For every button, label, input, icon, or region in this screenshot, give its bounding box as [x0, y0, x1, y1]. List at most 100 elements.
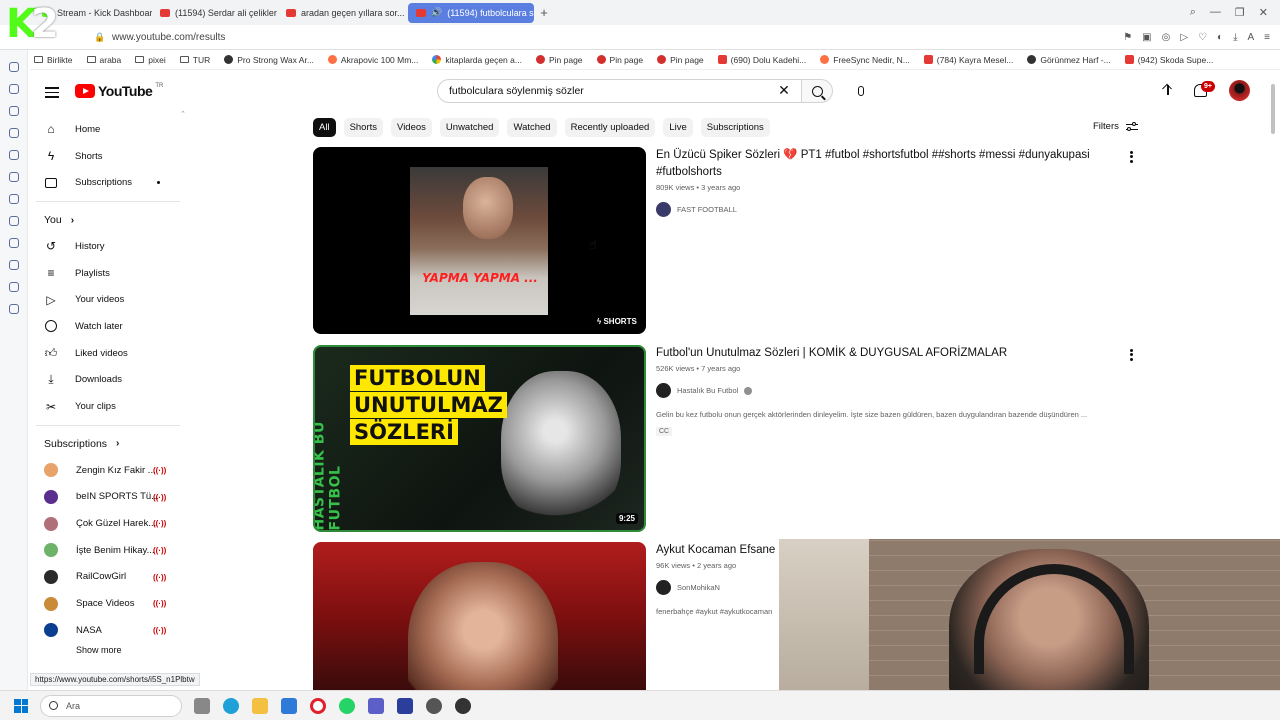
snapshot-icon[interactable]: ▣	[1142, 32, 1151, 43]
search-input[interactable]: futbolculara söylenmiş sözler	[437, 79, 801, 103]
sidebar-item-subscriptions[interactable]: Subscriptions	[28, 169, 188, 196]
rail-app-icon[interactable]	[8, 128, 19, 138]
new-tab-button[interactable]: +	[534, 5, 554, 20]
account-avatar[interactable]	[1229, 80, 1250, 101]
channel-avatar[interactable]	[656, 383, 671, 398]
channel-name[interactable]: SonMohikaN	[677, 583, 720, 592]
bookmark-heart-icon[interactable]: ♡	[1198, 32, 1207, 43]
bookmark-item[interactable]: kitaplarda geçen a...	[432, 55, 522, 65]
sidebar-subscription-item[interactable]: Zengin Kız Fakir ... ((·))	[28, 457, 188, 484]
teams-icon[interactable]	[368, 697, 384, 714]
bookmark-item[interactable]: Pin page	[657, 55, 704, 65]
sidebar-subscription-item[interactable]: Çok Güzel Harek... ((·))	[28, 510, 188, 537]
obs-icon[interactable]	[455, 697, 471, 714]
video-title[interactable]: En Üzücü Spiker Sözleri 💔 PT1 #futbol #s…	[656, 147, 1116, 181]
minimize-button[interactable]: —	[1210, 6, 1221, 19]
opera-icon[interactable]	[310, 697, 326, 714]
settings-gear-icon[interactable]	[426, 697, 442, 714]
search-button[interactable]	[801, 79, 833, 103]
browser-menu-icon[interactable]: ≡	[1264, 32, 1270, 43]
sidebar-subscription-item[interactable]: İşte Benim Hikay... ((·))	[28, 537, 188, 564]
channel-row[interactable]: Hastalık Bu Futbol	[656, 383, 1116, 398]
sidebar-item-your-clips[interactable]: ✂ Your clips	[28, 393, 188, 420]
bookmark-item[interactable]: TUR	[179, 55, 210, 65]
hamburger-menu-icon[interactable]	[45, 84, 59, 98]
rail-app-icon[interactable]	[8, 84, 19, 94]
rail-app-icon[interactable]	[8, 260, 19, 270]
bookmark-item[interactable]: Pin page	[535, 55, 583, 65]
whatsapp-icon[interactable]	[339, 697, 355, 714]
rail-app-icon[interactable]	[8, 194, 19, 204]
browser-tab[interactable]: (11594) Serdar ali çelikler	[152, 3, 278, 23]
channel-avatar[interactable]	[656, 202, 671, 217]
sidebar-item-home[interactable]: ⌂ Home	[28, 116, 188, 143]
bookmark-item[interactable]: Pro Strong Wax Ar...	[224, 55, 314, 65]
maximize-button[interactable]: ❐	[1235, 6, 1245, 19]
rail-app-icon[interactable]	[8, 106, 19, 116]
rail-app-icon[interactable]	[8, 150, 19, 160]
sidebar-item-shorts[interactable]: ϟ Shorts	[28, 143, 188, 170]
video-title[interactable]: Aykut Kocaman Efsane	[656, 542, 779, 559]
play-icon[interactable]: ▷	[1180, 32, 1188, 43]
sidebar-subscription-item[interactable]: RailCowGirl ((·))	[28, 564, 188, 591]
bookmark-item[interactable]: FreeSync Nedir, N...	[820, 55, 910, 65]
channel-name[interactable]: FAST FOOTBALL	[677, 205, 737, 214]
v-app-icon[interactable]	[397, 697, 413, 714]
browser-tab-active[interactable]: 🔊 (11594) futbolculara sö...	[408, 2, 534, 23]
bookmark-item[interactable]: araba	[86, 55, 121, 65]
sidebar-item-your-videos[interactable]: ▷ Your videos	[28, 286, 188, 313]
ai-icon[interactable]: A	[1247, 32, 1254, 43]
bookmark-item[interactable]: pixei	[135, 55, 166, 65]
show-more-button[interactable]: Show more	[28, 644, 188, 656]
sidebar-item-watch-later[interactable]: Watch later	[28, 313, 188, 340]
rail-app-icon[interactable]	[8, 62, 19, 72]
chip-recently-uploaded[interactable]: Recently uploaded	[564, 118, 656, 137]
mail-icon[interactable]	[281, 697, 297, 714]
bookmark-item[interactable]: (690) Dolu Kadehi...	[717, 55, 806, 65]
video-thumbnail[interactable]	[313, 542, 646, 690]
filters-button[interactable]: Filters	[1093, 121, 1138, 132]
sidebar-section-you[interactable]: You ›	[28, 207, 188, 233]
more-options-icon[interactable]	[1130, 149, 1134, 164]
channel-row[interactable]: SonMohikaN	[656, 580, 779, 595]
file-explorer-icon[interactable]	[252, 697, 268, 714]
rail-app-icon[interactable]	[8, 238, 19, 248]
extension-icon[interactable]: ⚑	[1123, 32, 1132, 43]
voice-search-button[interactable]	[849, 80, 873, 102]
bookmark-item[interactable]: Görünmez Harf -...	[1027, 55, 1111, 65]
video-thumbnail[interactable]: HASTALIK BU FUTBOL FUTBOLUN UNUTULMAZ SÖ…	[313, 345, 646, 532]
chip-unwatched[interactable]: Unwatched	[439, 118, 500, 137]
sidebar-subscription-item[interactable]: beIN SPORTS Tü... ((·))	[28, 484, 188, 511]
chip-videos[interactable]: Videos	[391, 118, 432, 137]
task-view-icon[interactable]	[194, 697, 210, 714]
windows-start-icon[interactable]	[14, 698, 28, 713]
page-scrollbar[interactable]	[1271, 84, 1275, 134]
youtube-logo[interactable]: YouTube TR	[75, 83, 163, 99]
edge-icon[interactable]	[223, 697, 239, 714]
channel-avatar[interactable]	[656, 580, 671, 595]
upload-icon[interactable]	[1161, 84, 1175, 98]
channel-name[interactable]: Hastalık Bu Futbol	[677, 386, 738, 395]
channel-row[interactable]: FAST FOOTBALL	[656, 202, 1116, 217]
sidebar-subscription-item[interactable]: NASA ((·))	[28, 617, 188, 644]
taskbar-search-input[interactable]: Ara	[40, 694, 182, 717]
sidebar-item-playlists[interactable]: ≡ Playlists	[28, 260, 188, 287]
sidebar-section-subscriptions[interactable]: Subscriptions ›	[28, 431, 188, 457]
search-result[interactable]: YAPMA YAPMA ... ϟ SHORTS En Üzücü Spiker…	[313, 147, 1143, 337]
rail-app-icon[interactable]	[8, 304, 19, 314]
search-tabs-icon[interactable]: ⌕	[1190, 6, 1196, 19]
lock-icon[interactable]: 🔒	[94, 32, 105, 43]
video-title[interactable]: Futbol'un Unutulmaz Sözleri | KOMİK & DU…	[656, 345, 1116, 362]
chip-all[interactable]: All	[313, 118, 336, 137]
chip-shorts[interactable]: Shorts	[343, 118, 384, 137]
download-icon[interactable]: ⤓	[1233, 32, 1237, 43]
chip-live[interactable]: Live	[663, 118, 693, 137]
rail-app-icon[interactable]	[8, 172, 19, 182]
rail-app-icon[interactable]	[8, 282, 19, 292]
sidebar-item-liked-videos[interactable]: 👍︎ Liked videos	[28, 340, 188, 367]
bookmark-item[interactable]: Akrapovic 100 Mm...	[327, 55, 418, 65]
url-field[interactable]: www.youtube.com/results	[112, 32, 225, 43]
sidebar-item-downloads[interactable]: ⤓ Downloads	[28, 367, 188, 394]
search-result[interactable]: HASTALIK BU FUTBOL FUTBOLUN UNUTULMAZ SÖ…	[313, 345, 1143, 535]
chip-subscriptions[interactable]: Subscriptions	[700, 118, 770, 137]
